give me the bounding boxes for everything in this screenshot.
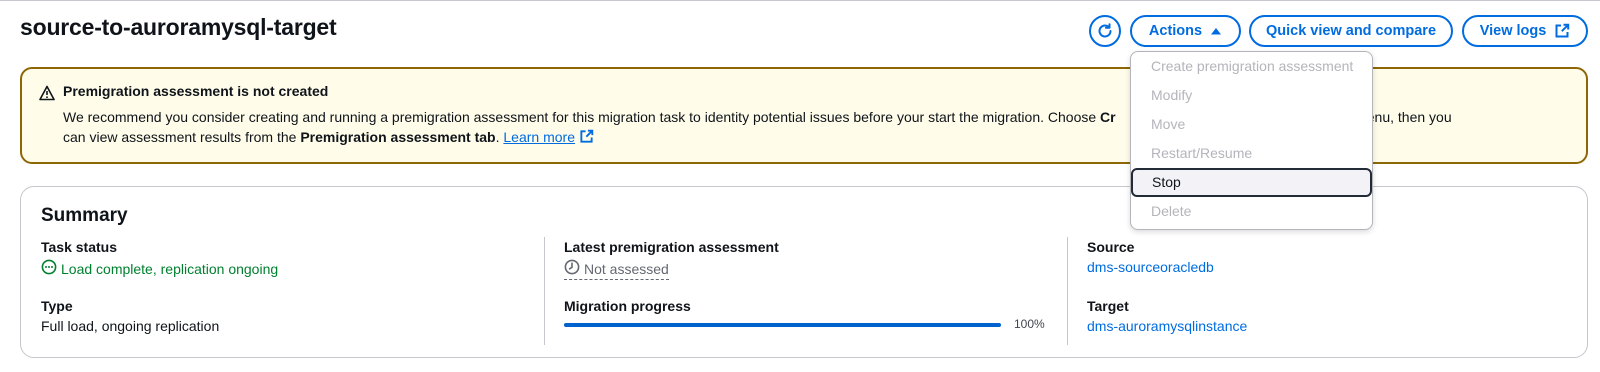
summary-title: Summary [41,205,128,226]
status-in-progress-icon [41,259,57,278]
menu-item-modify: Modify [1151,87,1193,103]
assessment-value[interactable]: Not assessed [564,259,669,280]
external-link-icon [1554,23,1570,39]
column-divider [544,237,545,345]
actions-button[interactable]: Actions [1130,15,1241,47]
page-title: source-to-auroramysql-target [20,14,337,40]
migration-progress-percent: 100% [1014,317,1045,331]
task-status-label: Task status [41,239,117,255]
type-label: Type [41,298,73,314]
migration-progress-fill [564,323,1001,327]
view-logs-label: View logs [1479,23,1547,39]
actions-label: Actions [1148,23,1203,39]
target-link[interactable]: dms-auroramysqlinstance [1087,318,1247,334]
migration-progress-bar [564,323,1001,327]
type-value: Full load, ongoing replication [41,318,220,334]
assessment-text: Not assessed [584,260,669,277]
column-divider [1067,237,1068,345]
banner-title: Premigration assessment is not created [63,83,329,99]
clock-icon [564,259,580,278]
warning-icon [39,85,55,106]
assessment-label: Latest premigration assessment [564,239,779,255]
banner-text-3: can view assessment results from the [63,129,301,145]
menu-item-create-assessment: Create premigration assessment [1151,58,1354,74]
task-status-value: Load complete, replication ongoing [41,259,278,278]
menu-item-delete: Delete [1151,203,1192,219]
learn-more-link[interactable]: Learn more [503,129,575,145]
refresh-button[interactable] [1089,15,1121,47]
actions-dropdown-menu: Create premigration assessment Modify Mo… [1130,51,1373,230]
banner-text-1: We recommend you consider creating and r… [63,109,1101,125]
quick-view-compare-button[interactable]: Quick view and compare [1249,15,1453,47]
top-divider [0,0,1600,1]
caret-up-icon [1210,26,1222,36]
source-label: Source [1087,239,1135,255]
menu-item-restart-resume: Restart/Resume [1151,145,1253,161]
target-label: Target [1087,298,1129,314]
source-link[interactable]: dms-sourceoracledb [1087,259,1214,275]
migration-progress-label: Migration progress [564,298,691,314]
view-logs-button[interactable]: View logs [1462,15,1588,47]
quick-view-label: Quick view and compare [1265,23,1437,39]
menu-item-stop[interactable]: Stop [1131,168,1372,197]
refresh-icon [1096,22,1114,40]
external-link-icon [579,129,594,149]
banner-bold-tab: Premigration assessment tab [300,129,496,145]
banner-bold-partial: Cr [1100,109,1116,125]
task-status-text: Load complete, replication ongoing [61,260,279,277]
menu-item-move: Move [1151,116,1186,132]
